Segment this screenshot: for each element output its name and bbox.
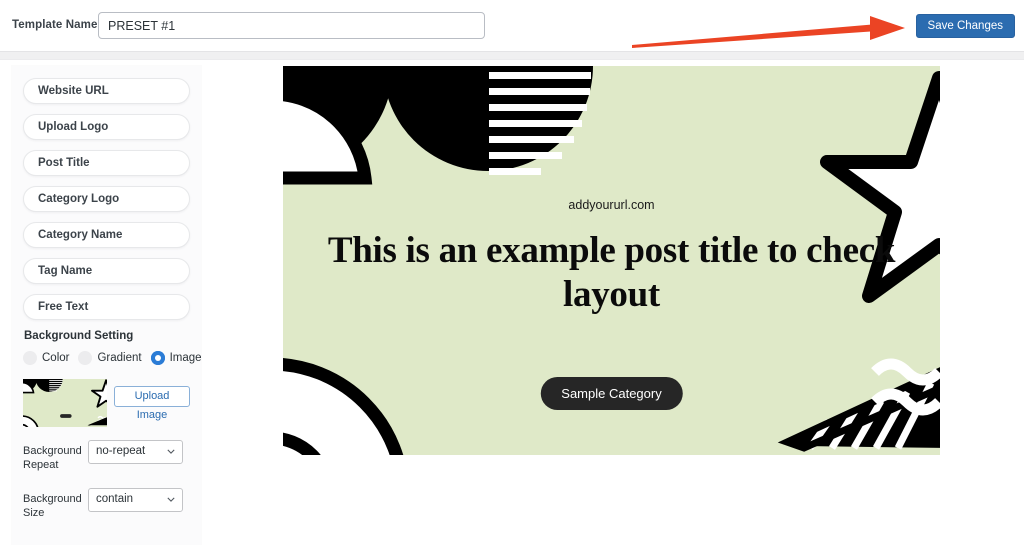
field-button-website-url[interactable]: Website URL	[23, 78, 190, 104]
background-repeat-select[interactable]: no-repeat	[88, 440, 183, 464]
field-button-upload-logo[interactable]: Upload Logo	[23, 114, 190, 140]
canvas-category-badge[interactable]: Sample Category	[540, 377, 683, 410]
template-preview-canvas[interactable]: addyoururl.com This is an example post t…	[283, 66, 940, 455]
radio-label-gradient: Gradient	[97, 352, 142, 364]
radio-option-image[interactable]: Image	[150, 351, 202, 365]
field-button-free-text[interactable]: Free Text	[23, 294, 190, 320]
upload-image-button[interactable]: Upload Image	[114, 386, 190, 421]
radio-option-gradient[interactable]: Gradient	[78, 351, 142, 365]
radio-option-color[interactable]: Color	[23, 351, 69, 365]
field-button-tag-name[interactable]: Tag Name	[23, 258, 190, 284]
radio-dot-image-selected-icon	[150, 351, 165, 365]
background-repeat-row: Background Repeat no-repeat	[23, 440, 190, 472]
toolbar-divider	[0, 51, 1024, 60]
chevron-down-icon	[167, 497, 175, 502]
settings-sidebar: Website URL Upload Logo Post Title Categ…	[12, 66, 202, 545]
save-changes-button[interactable]: Save Changes	[915, 14, 1015, 38]
radio-dot-color-icon	[23, 351, 37, 365]
background-size-value: contain	[96, 493, 134, 505]
canvas-post-title: This is an example post title to check l…	[327, 230, 896, 315]
radio-label-image: Image	[169, 352, 202, 364]
background-size-select[interactable]: contain	[88, 488, 183, 512]
background-setting-heading: Background Setting	[24, 330, 134, 342]
template-name-input[interactable]	[98, 12, 485, 39]
background-repeat-value: no-repeat	[96, 445, 146, 457]
top-toolbar: Template Name Save Changes	[0, 0, 1024, 51]
field-button-post-title[interactable]: Post Title	[23, 150, 190, 176]
canvas-website-url: addyoururl.com	[568, 198, 655, 212]
radio-dot-gradient-icon	[78, 351, 93, 365]
field-button-category-logo[interactable]: Category Logo	[23, 186, 190, 212]
template-name-label: Template Name	[12, 19, 98, 31]
field-button-category-name[interactable]: Category Name	[23, 222, 190, 248]
background-size-row: Background Size contain	[23, 488, 190, 520]
background-image-row: Upload Image	[23, 379, 190, 427]
background-size-label: Background Size	[23, 493, 82, 519]
background-repeat-label: Background Repeat	[23, 445, 82, 471]
background-type-radio-group: Color Gradient Image	[23, 351, 202, 365]
radio-label-color: Color	[42, 352, 70, 364]
chevron-down-icon	[167, 449, 175, 454]
background-image-thumbnail[interactable]	[23, 379, 107, 427]
red-arrow-annotation	[630, 14, 915, 50]
